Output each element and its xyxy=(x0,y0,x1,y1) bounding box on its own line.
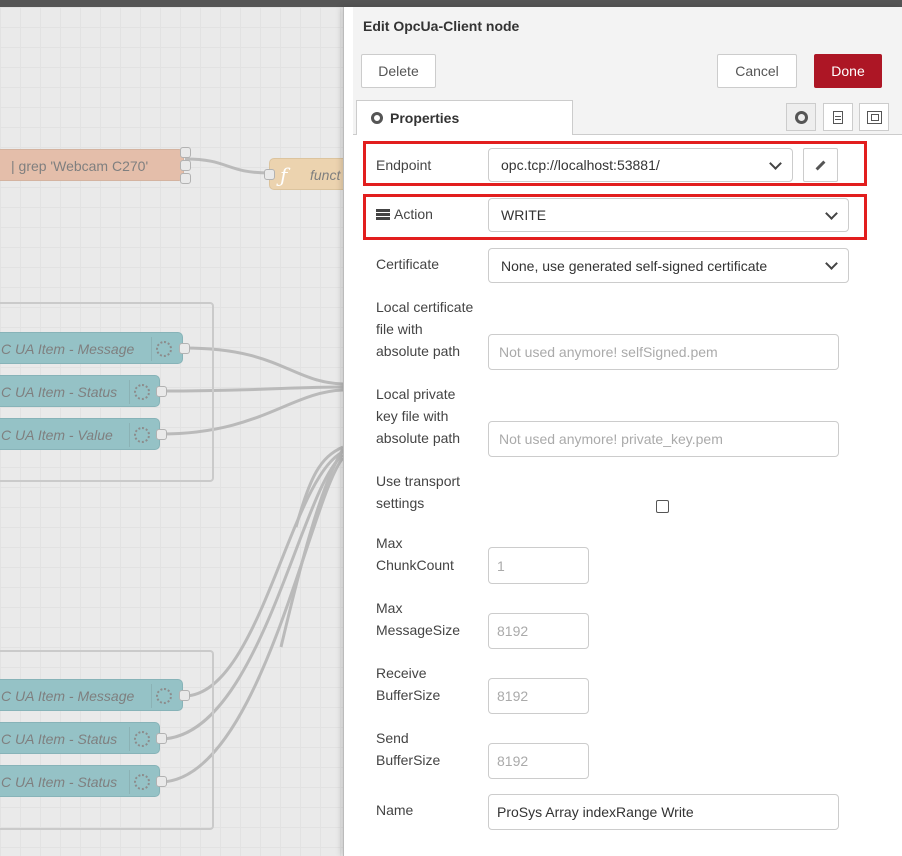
tab-properties[interactable]: Properties xyxy=(356,100,573,135)
send-buffer-input[interactable]: 8192 xyxy=(488,743,589,779)
tab-description[interactable] xyxy=(823,103,853,131)
max-message-input[interactable]: 8192 xyxy=(488,613,589,649)
transport-label: Use transport settings xyxy=(376,473,461,511)
name-label: Name xyxy=(376,802,414,818)
tab-properties-label: Properties xyxy=(390,110,460,126)
tray-title: Edit OpcUa-Client node xyxy=(363,18,520,34)
local-cert-input[interactable]: Not used anymore! selfSigned.pem xyxy=(488,334,839,370)
tray-tabs: Properties xyxy=(353,97,902,135)
tray-toolbar: Delete Cancel Done xyxy=(353,47,902,97)
frame-icon xyxy=(866,110,882,124)
endpoint-highlight xyxy=(363,141,867,186)
max-chunk-label: Max ChunkCount xyxy=(376,535,454,573)
receive-buffer-label: Receive BufferSize xyxy=(376,665,441,703)
delete-button[interactable]: Delete xyxy=(361,54,436,88)
max-chunk-input[interactable]: 1 xyxy=(488,547,589,584)
tray-header: Edit OpcUa-Client node xyxy=(353,7,902,48)
gear-icon xyxy=(371,112,383,124)
workspace-overlay xyxy=(0,7,343,856)
max-message-label: Max MessageSize xyxy=(376,600,461,638)
local-key-input[interactable]: Not used anymore! private_key.pem xyxy=(488,421,839,457)
chevron-down-icon xyxy=(825,257,838,270)
action-highlight xyxy=(363,194,867,240)
certificate-select[interactable]: None, use generated self-signed certific… xyxy=(488,248,849,283)
transport-checkbox[interactable] xyxy=(656,500,669,513)
flow-workspace[interactable]: | grep 'Webcam C270' ƒ funct C UA Item -… xyxy=(0,7,343,856)
local-key-label: Local private key file with absolute pat… xyxy=(376,386,461,446)
edit-tray: Edit OpcUa-Client node Delete Cancel Don… xyxy=(343,7,902,856)
certificate-label: Certificate xyxy=(376,256,440,272)
send-buffer-label: Send BufferSize xyxy=(376,730,441,768)
document-icon xyxy=(833,110,843,124)
receive-buffer-input[interactable]: 8192 xyxy=(488,678,589,714)
local-cert-label: Local certificate file with absolute pat… xyxy=(376,299,474,359)
done-button[interactable]: Done xyxy=(814,54,882,88)
gear-icon xyxy=(794,110,808,124)
tab-appearance[interactable] xyxy=(859,103,889,131)
top-bar xyxy=(0,0,902,7)
cancel-button[interactable]: Cancel xyxy=(717,54,797,88)
name-input[interactable]: ProSys Array indexRange Write xyxy=(488,794,839,830)
certificate-value: None, use generated self-signed certific… xyxy=(501,257,768,274)
tab-node-settings[interactable] xyxy=(786,103,816,131)
